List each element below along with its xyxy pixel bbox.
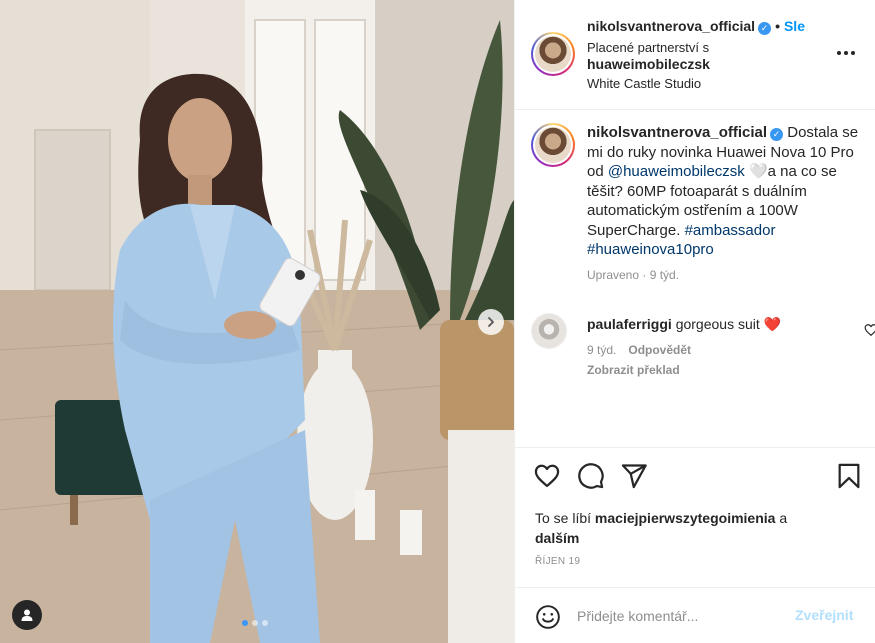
heart-icon[interactable] <box>533 462 561 490</box>
follow-button[interactable]: Sle <box>784 18 805 34</box>
likes-connector: a <box>779 510 788 526</box>
likes-prefix: To se líbí <box>535 510 592 526</box>
like-comment-heart-icon[interactable] <box>864 323 875 337</box>
commenter-username[interactable]: paulaferriggi <box>587 316 672 332</box>
commenter-avatar[interactable] <box>531 313 567 349</box>
caption-mention[interactable]: @huaweimobileczsk <box>608 163 745 180</box>
post-comment-button[interactable]: Zveřejnit <box>795 607 853 623</box>
post-header: nikolsvantnerova_official ✓ • Sle Placené p… <box>515 0 875 110</box>
comment-time[interactable]: 9 týd. <box>587 343 616 357</box>
caption-avatar[interactable] <box>531 123 575 167</box>
dot-separator: • <box>775 18 780 34</box>
share-icon[interactable] <box>620 462 648 490</box>
partner-username[interactable]: huaweimobileczsk <box>587 56 710 72</box>
comment-icon[interactable] <box>577 462 605 490</box>
location-link[interactable]: White Castle Studio <box>587 76 701 91</box>
user-tag-icon <box>21 609 33 621</box>
caption-username[interactable]: nikolsvantnerova_official <box>587 124 767 141</box>
post-caption: nikolsvantnerova_official ✓ Dostala se mi… <box>531 123 861 282</box>
caption-meta: Upraveno · 9 týd. <box>587 267 680 282</box>
author-avatar[interactable] <box>531 32 575 76</box>
caption-hashtag[interactable]: #huaweinova10pro <box>587 241 714 258</box>
author-line: nikolsvantnerova_official ✓ • Sle <box>587 18 805 35</box>
caption-text: nikolsvantnerova_official ✓ Dostala se mi… <box>587 123 861 260</box>
add-comment-bar: Zveřejnit <box>515 587 875 643</box>
paid-partnership-label: Placené partnerství s <box>587 40 710 55</box>
emoji-icon[interactable] <box>535 604 561 630</box>
more-options-icon[interactable] <box>837 46 857 60</box>
edited-label: Upraveno <box>587 267 640 282</box>
bookmark-icon[interactable] <box>835 462 863 490</box>
chevron-right-icon <box>488 317 494 327</box>
verified-icon: ✓ <box>758 22 772 35</box>
comment-input[interactable] <box>577 604 787 628</box>
carousel-dot <box>252 620 258 626</box>
carousel-dot <box>262 620 268 626</box>
comment-item: paulaferriggi gorgeous suit ❤️ 9 týd. Odp… <box>531 313 875 377</box>
caption-time[interactable]: 9 týd. <box>650 268 679 282</box>
comment-text: paulaferriggi gorgeous suit ❤️ <box>587 313 861 333</box>
post-date[interactable]: ŘÍJEN 19 <box>535 556 580 567</box>
photo-scene <box>0 0 514 643</box>
comment-body: gorgeous suit ❤️ <box>675 316 782 332</box>
post-side-panel: nikolsvantnerova_official ✓ • Sle Placené p… <box>514 0 875 643</box>
verified-icon: ✓ <box>770 128 784 141</box>
post-actions: To se líbí maciejpierwszytegoimienia a d… <box>515 447 875 587</box>
likes-summary: To se líbí maciejpierwszytegoimienia a d… <box>535 508 845 548</box>
next-photo-button[interactable] <box>478 309 504 335</box>
reply-button[interactable]: Odpovědět <box>628 343 691 357</box>
carousel-dot-active <box>242 620 248 626</box>
author-username[interactable]: nikolsvantnerova_official <box>587 18 755 34</box>
likes-others[interactable]: dalším <box>535 530 579 546</box>
comment-meta: 9 týd. Odpovědět <box>587 343 861 357</box>
carousel-indicator <box>242 620 268 626</box>
post-photo[interactable] <box>0 0 514 643</box>
likes-user[interactable]: maciejpierwszytegoimienia <box>595 510 776 526</box>
tagged-users-button[interactable] <box>12 600 42 630</box>
translate-button[interactable]: Zobrazit překlad <box>587 363 861 377</box>
comments-area[interactable]: nikolsvantnerova_official ✓ Dostala se mi… <box>515 111 875 447</box>
caption-hashtag[interactable]: #ambassador <box>685 222 776 239</box>
